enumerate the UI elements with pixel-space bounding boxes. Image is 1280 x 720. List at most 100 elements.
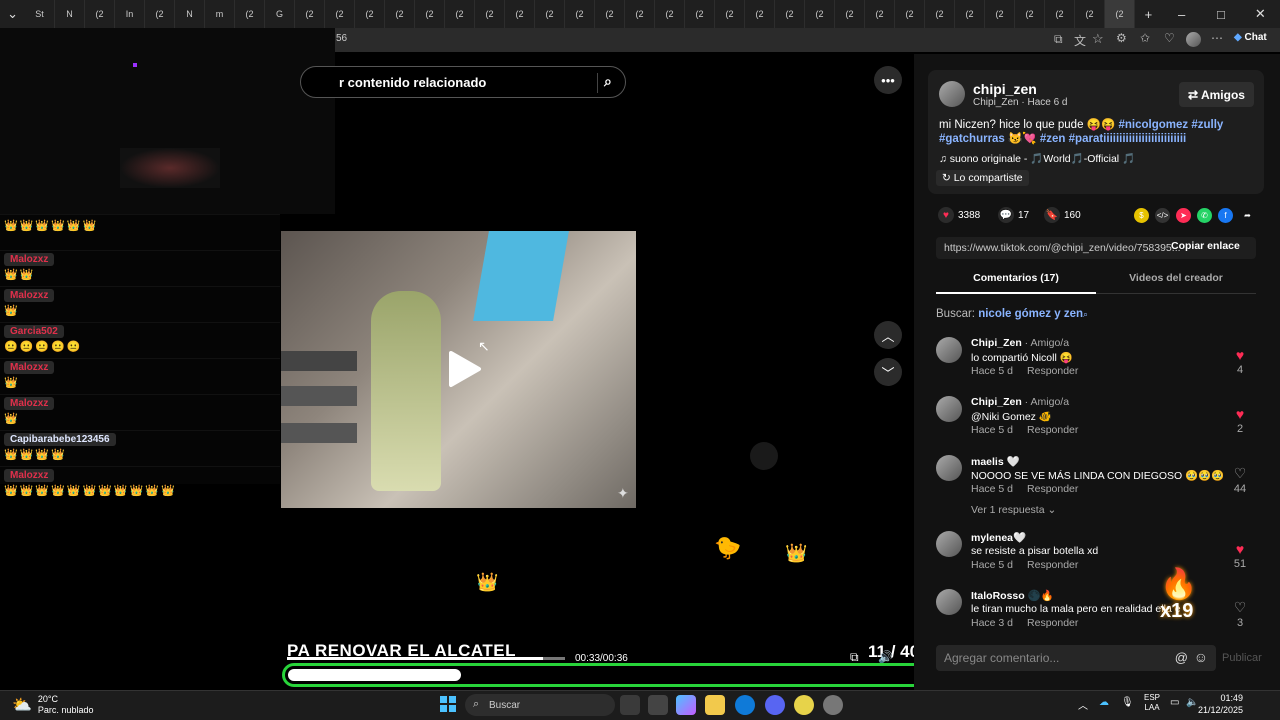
commenter-username[interactable]: maelis 🤍 — [971, 456, 1020, 468]
windows-start-icon[interactable] — [440, 696, 456, 712]
browser-tab[interactable]: (2 — [805, 0, 836, 28]
save-stat[interactable]: 🔖 160 — [1044, 207, 1081, 223]
browser-tab[interactable]: (2 — [475, 0, 506, 28]
search-query[interactable]: nicole gómez y zen — [978, 308, 1083, 320]
taskbar-search[interactable]: ⌕ Buscar — [465, 694, 615, 716]
browser-tab[interactable]: (2 — [385, 0, 416, 28]
mention-icon[interactable]: @ — [1175, 650, 1188, 665]
browser-tab[interactable]: G — [265, 0, 296, 28]
reply-button[interactable]: Responder — [1027, 424, 1078, 436]
chat-username[interactable]: Malozxz — [4, 397, 55, 410]
file-explorer-icon[interactable] — [705, 695, 725, 715]
weather-widget[interactable]: ⛅ 20°C Parc. nublado — [12, 694, 93, 716]
share-arrow-icon[interactable]: ➦ — [1240, 208, 1255, 223]
browser-tab[interactable]: (2 — [145, 0, 176, 28]
comment-input[interactable]: Agregar comentario... @ ☺ — [936, 645, 1216, 671]
commenter-username[interactable]: ItaloRosso 🌑🔥 — [971, 590, 1054, 602]
commenter-avatar[interactable] — [936, 337, 962, 363]
browser-tab[interactable]: (2 — [835, 0, 866, 28]
coin-icon[interactable]: $ — [1134, 208, 1149, 223]
commenter-avatar[interactable] — [936, 396, 962, 422]
hashtag-link[interactable]: #paratiiiiiiiiiiiiiiiiiiiiiiiiii — [1069, 133, 1187, 145]
tab-list-chevron-icon[interactable]: ⌄ — [0, 0, 25, 28]
reply-button[interactable]: Responder — [1027, 617, 1078, 629]
comment-like-button[interactable]: ♥ 2 — [1228, 406, 1252, 435]
more-menu-icon[interactable]: ⋯ — [1211, 31, 1223, 45]
copilot-chat-button[interactable]: ◆ Chat — [1234, 32, 1267, 43]
url-text[interactable]: 56 — [336, 33, 347, 44]
browser-tab[interactable]: St — [25, 0, 56, 28]
whatsapp-icon[interactable]: ✆ — [1197, 208, 1212, 223]
browser-tab[interactable]: (2 — [745, 0, 776, 28]
facebook-icon[interactable]: f — [1218, 208, 1233, 223]
browser-tab[interactable]: (2 — [235, 0, 266, 28]
translate-icon[interactable]: 文 — [1074, 32, 1086, 49]
favorite-star-icon[interactable]: ☆ — [1092, 31, 1104, 47]
commenter-name[interactable]: ItaloRosso 🌑🔥 — [971, 589, 1054, 602]
reply-button[interactable]: Responder — [1027, 365, 1078, 377]
more-options-button[interactable]: ••• — [874, 66, 902, 94]
browser-tab[interactable]: (2 — [985, 0, 1016, 28]
author-username[interactable]: chipi_zen — [973, 81, 1037, 97]
author-avatar[interactable] — [939, 81, 965, 107]
volume-icon[interactable]: 🔊 — [878, 650, 893, 664]
search-input-text[interactable]: r contenido relacionado — [339, 75, 486, 90]
system-clock[interactable]: 01:49 21/12/2025 — [1198, 692, 1243, 716]
commenter-name[interactable]: Chipi_Zen · Amigo/a — [971, 337, 1069, 349]
comment-like-button[interactable]: ♡ 3 — [1228, 599, 1252, 629]
related-search-bar[interactable]: r contenido relacionado ⌕ — [300, 66, 626, 98]
browser-tab[interactable]: (2 — [1105, 0, 1136, 28]
close-window-button[interactable]: ✕ — [1241, 0, 1280, 28]
language-indicator[interactable]: ESP LAA — [1144, 693, 1160, 713]
browser-tab[interactable]: m — [205, 0, 236, 28]
post-comment-button[interactable]: Publicar — [1222, 652, 1262, 664]
store-icon[interactable] — [648, 695, 668, 715]
commenter-name[interactable]: Chipi_Zen · Amigo/a — [971, 396, 1069, 408]
browser-tab[interactable]: (2 — [1075, 0, 1106, 28]
play-icon[interactable] — [443, 349, 483, 389]
reply-button[interactable]: Responder — [1027, 483, 1078, 495]
view-replies-button[interactable]: Ver 1 respuesta ⌄ — [971, 504, 1056, 516]
speaker-icon[interactable]: 🔈 — [1186, 697, 1198, 708]
browser-tab[interactable]: In — [115, 0, 146, 28]
browser-tab[interactable]: (2 — [355, 0, 386, 28]
copilot-icon[interactable] — [676, 695, 696, 715]
chat-username[interactable]: Malozxz — [4, 289, 55, 302]
commenter-name[interactable]: maelis 🤍 — [971, 455, 1020, 468]
chrome-icon[interactable] — [794, 695, 814, 715]
microphone-icon[interactable]: 🎙 — [1121, 697, 1134, 708]
commenter-name[interactable]: mylenea🤍 — [971, 531, 1026, 544]
chat-username[interactable]: Capibarabebe123456 — [4, 433, 116, 446]
commenter-username[interactable]: Chipi_Zen — [971, 337, 1022, 349]
music-link[interactable]: ♫ suono originale - 🎵World🎵-Official 🎵 — [939, 152, 1135, 165]
commenter-username[interactable]: Chipi_Zen — [971, 396, 1022, 408]
commenter-avatar[interactable] — [936, 531, 962, 557]
minimize-button[interactable]: – — [1162, 0, 1201, 28]
browser-tab[interactable]: (2 — [415, 0, 446, 28]
browser-tab[interactable]: (2 — [775, 0, 806, 28]
reply-button[interactable]: Responder — [1027, 559, 1078, 571]
browser-tab[interactable]: (2 — [325, 0, 356, 28]
new-tab-button[interactable]: + — [1135, 0, 1162, 28]
browser-tab[interactable]: (2 — [505, 0, 536, 28]
send-icon[interactable]: ➤ — [1176, 208, 1191, 223]
hashtag-link[interactable]: #nicolgomez — [1119, 119, 1189, 131]
task-view-icon[interactable] — [620, 695, 640, 715]
comment-like-button[interactable]: ♥ 4 — [1228, 347, 1252, 376]
comment-stat[interactable]: 💬 17 — [998, 207, 1029, 223]
search-icon[interactable]: ⌕ — [597, 73, 617, 93]
app-icon[interactable] — [823, 695, 843, 715]
browser-tab[interactable]: (2 — [925, 0, 956, 28]
browser-tab[interactable]: N — [175, 0, 206, 28]
maximize-button[interactable]: □ — [1201, 0, 1240, 28]
network-icon[interactable]: ▭ — [1170, 697, 1179, 708]
comment-like-button[interactable]: ♥ 51 — [1228, 541, 1252, 570]
commenter-avatar[interactable] — [936, 589, 962, 615]
edge-browser-icon[interactable] — [735, 695, 755, 715]
copy-link-button[interactable]: Copiar enlace — [1171, 240, 1240, 252]
browser-tab[interactable]: (2 — [595, 0, 626, 28]
comment-like-button[interactable]: ♡ 44 — [1228, 465, 1252, 495]
browser-tab[interactable]: (2 — [715, 0, 746, 28]
hashtag-link[interactable]: #zen — [1040, 133, 1066, 145]
browser-tab[interactable]: (2 — [895, 0, 926, 28]
